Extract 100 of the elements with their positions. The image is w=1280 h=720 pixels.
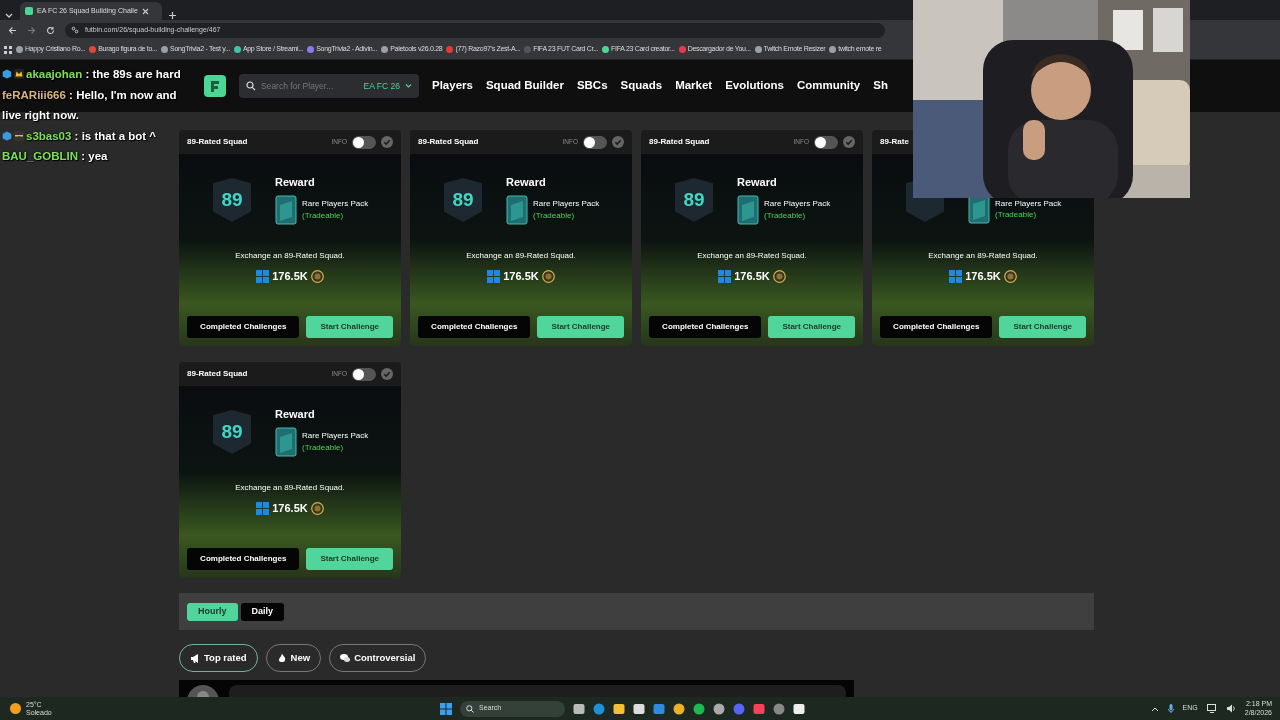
price-value: 176.5K: [272, 269, 308, 284]
caret-icon[interactable]: [405, 83, 412, 89]
platform-icon: [256, 269, 270, 283]
reward-heading: Reward: [275, 175, 316, 190]
info-toggle[interactable]: [583, 135, 607, 149]
rating-badge: 89: [213, 410, 251, 454]
period-tab[interactable]: Daily: [240, 602, 285, 621]
pack-icon: [275, 194, 297, 225]
apps-icon[interactable]: [4, 45, 12, 54]
card-title: 89-Rate: [880, 136, 909, 148]
app-square-icon[interactable]: [573, 702, 585, 715]
pack-name: Rare Players Pack: [302, 198, 369, 210]
period-tab[interactable]: Hourly: [187, 602, 238, 621]
challenge-description: Exchange an 89-Rated Squad.: [697, 250, 807, 262]
coin-icon: [310, 501, 324, 515]
search-icon: [246, 81, 256, 91]
app-square-icon[interactable]: [793, 702, 805, 715]
rating-badge: 89: [444, 178, 482, 222]
version-dropdown[interactable]: EA FC 26: [363, 79, 400, 93]
start-challenge-button[interactable]: Start Challenge: [999, 316, 1086, 338]
forward-icon[interactable]: [27, 25, 36, 35]
start-challenge-button[interactable]: Start Challenge: [768, 316, 855, 338]
glasses-badge-icon: [14, 130, 24, 141]
app-circle-icon[interactable]: [713, 702, 725, 715]
rating-badge: 89: [675, 178, 713, 222]
completed-challenges-button[interactable]: Completed Challenges: [880, 316, 993, 338]
pack-name: Rare Players Pack: [995, 197, 1062, 209]
nav-link[interactable]: SBCs: [576, 77, 608, 95]
app-circle-icon[interactable]: [593, 702, 605, 715]
check-icon: [381, 368, 393, 380]
card-title: 89-Rated Squad: [418, 136, 479, 148]
challenge-description: Exchange an 89-Rated Squad.: [235, 482, 345, 494]
reward-heading: Reward: [737, 175, 778, 190]
app-circle-icon[interactable]: [693, 702, 705, 715]
pack-note: (Tradeable): [995, 209, 1038, 221]
price-value: 176.5K: [272, 501, 308, 516]
cube-badge-icon: [2, 130, 12, 141]
pack-icon: [506, 194, 528, 225]
start-challenge-button[interactable]: Start Challenge: [306, 548, 393, 570]
chevron-up-icon[interactable]: [1150, 705, 1159, 712]
price-value: 176.5K: [503, 269, 539, 284]
favicon-icon: [25, 7, 33, 15]
app-square-icon[interactable]: [613, 702, 625, 715]
app-circle-icon[interactable]: [733, 702, 745, 715]
search-field[interactable]: Search for Player... EA FC 26: [239, 74, 419, 98]
nav-link[interactable]: Players: [432, 77, 473, 95]
nav-link[interactable]: Sh: [873, 77, 888, 95]
pack-name: Rare Players Pack: [302, 430, 369, 442]
info-toggle[interactable]: [352, 367, 376, 381]
coin-icon: [541, 269, 555, 283]
start-challenge-button[interactable]: Start Challenge: [537, 316, 624, 338]
nav-link[interactable]: Squads: [620, 77, 663, 95]
megaphone-icon: [190, 653, 200, 663]
platform-icon: [256, 501, 270, 515]
completed-challenges-button[interactable]: Completed Challenges: [418, 316, 531, 338]
check-icon: [381, 136, 393, 148]
nav-link[interactable]: Squad Builder: [485, 77, 564, 95]
platform-icon: [718, 269, 732, 283]
back-icon[interactable]: [8, 25, 17, 35]
microphone-icon[interactable]: [1167, 704, 1174, 713]
chat-message: akaajohan : the 89s are hard: [26, 68, 181, 80]
close-icon[interactable]: [141, 7, 149, 15]
chat-message: feRARiii666 : Hello, I'm now and live right now.: [2, 88, 177, 121]
card-title: 89-Rated Squad: [649, 136, 710, 148]
nav-link[interactable]: Market: [675, 77, 713, 95]
chat-message: BAU_GOBLIN : yea: [2, 150, 108, 162]
app-square-icon[interactable]: [633, 702, 645, 715]
reload-icon[interactable]: [46, 25, 55, 35]
check-icon: [843, 136, 855, 148]
check-icon: [612, 136, 624, 148]
app-circle-icon[interactable]: [673, 702, 685, 715]
challenge-description: Exchange an 89-Rated Squad.: [466, 250, 576, 262]
flame-icon: [276, 653, 287, 663]
network-icon[interactable]: [1206, 704, 1217, 713]
start-icon[interactable]: [440, 702, 452, 715]
chat-message: s3bas03 : is that a bot ^: [26, 129, 157, 142]
new-tab-icon[interactable]: [168, 11, 177, 20]
info-toggle[interactable]: [814, 135, 838, 149]
pack-name: Rare Players Pack: [533, 198, 600, 210]
logo-icon[interactable]: [204, 75, 226, 97]
completed-challenges-button[interactable]: Completed Challenges: [187, 316, 300, 338]
sun-icon[interactable]: [10, 703, 21, 714]
pack-note: (Tradeable): [302, 209, 345, 221]
start-challenge-button[interactable]: Start Challenge: [306, 316, 393, 338]
reward-heading: Reward: [275, 407, 316, 422]
site-info-icon[interactable]: [71, 26, 79, 34]
card-title: 89-Rated Squad: [187, 136, 248, 148]
info-toggle[interactable]: [352, 135, 376, 149]
search-icon: [466, 704, 474, 713]
pack-icon: [275, 426, 297, 457]
completed-challenges-button[interactable]: Completed Challenges: [187, 548, 300, 570]
app-circle-icon[interactable]: [773, 702, 785, 715]
coin-icon: [772, 269, 786, 283]
platform-icon: [487, 269, 501, 283]
pack-name: Rare Players Pack: [764, 198, 831, 210]
nav-link[interactable]: Community: [797, 77, 861, 95]
challenge-description: Exchange an 89-Rated Squad.: [235, 250, 345, 262]
nav-link[interactable]: Evolutions: [725, 77, 784, 95]
completed-challenges-button[interactable]: Completed Challenges: [649, 316, 762, 338]
speaker-icon[interactable]: [1225, 704, 1236, 713]
